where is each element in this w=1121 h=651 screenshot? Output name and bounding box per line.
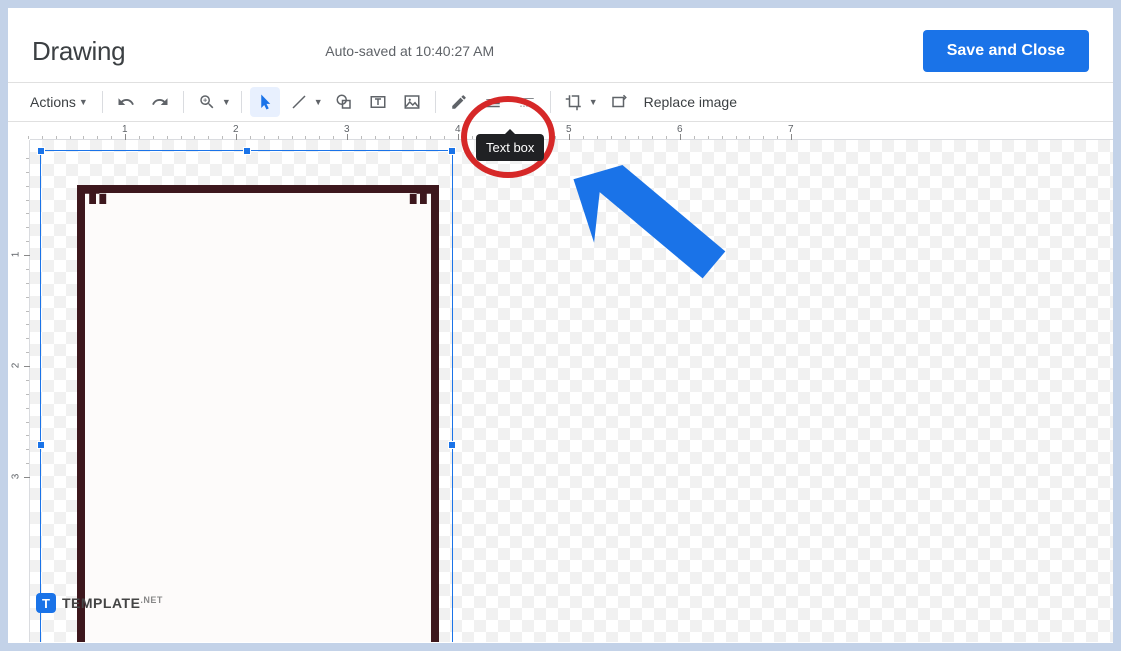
line-dash-icon [518, 93, 536, 111]
canvas-area: 1234567 123 [8, 122, 1113, 642]
horizontal-ruler: 1234567 [30, 122, 1113, 140]
separator [550, 91, 551, 113]
zoom-button[interactable] [192, 87, 222, 117]
textbox-icon [369, 93, 387, 111]
crop-icon [565, 93, 583, 111]
undo-button[interactable] [111, 87, 141, 117]
frame-corner-icon [79, 187, 113, 221]
cursor-icon [256, 93, 274, 111]
pencil-icon [450, 93, 468, 111]
image-tool-button[interactable] [397, 87, 427, 117]
watermark: T TEMPLATE.NET [36, 593, 163, 613]
reset-image-button[interactable] [604, 87, 634, 117]
frame-corner-icon [403, 187, 437, 221]
border-color-button[interactable] [444, 87, 474, 117]
resize-handle[interactable] [243, 147, 251, 155]
caret-down-icon[interactable]: ▼ [314, 97, 323, 107]
image-object[interactable] [77, 185, 439, 642]
textbox-tool-button[interactable] [363, 87, 393, 117]
save-and-close-button[interactable]: Save and Close [923, 30, 1089, 72]
resize-handle[interactable] [37, 147, 45, 155]
line-icon [290, 93, 308, 111]
redo-button[interactable] [145, 87, 175, 117]
zoom-icon [198, 93, 216, 111]
line-weight-icon [484, 93, 502, 111]
caret-down-icon: ▼ [79, 97, 88, 107]
resize-handle[interactable] [448, 147, 456, 155]
shape-icon [335, 93, 353, 111]
border-weight-button[interactable] [478, 87, 508, 117]
actions-label: Actions [30, 94, 76, 110]
undo-icon [117, 93, 135, 111]
reset-image-icon [610, 93, 628, 111]
drawing-dialog: Drawing Auto-saved at 10:40:27 AM Save a… [8, 8, 1113, 643]
line-tool-button[interactable] [284, 87, 314, 117]
dialog-header: Drawing Auto-saved at 10:40:27 AM Save a… [8, 8, 1113, 82]
resize-handle[interactable] [448, 441, 456, 449]
dialog-title: Drawing [32, 36, 125, 67]
caret-down-icon[interactable]: ▼ [589, 97, 598, 107]
shape-tool-button[interactable] [329, 87, 359, 117]
separator [435, 91, 436, 113]
replace-image-button[interactable]: Replace image [636, 94, 745, 110]
separator [183, 91, 184, 113]
redo-icon [151, 93, 169, 111]
drawing-canvas[interactable] [30, 140, 1113, 642]
vertical-ruler: 123 [8, 140, 30, 642]
toolbar: Actions ▼ ▼ ▼ [8, 82, 1113, 122]
separator [102, 91, 103, 113]
separator [241, 91, 242, 113]
resize-handle[interactable] [37, 441, 45, 449]
autosave-status: Auto-saved at 10:40:27 AM [125, 43, 922, 59]
watermark-text: TEMPLATE.NET [62, 595, 163, 611]
image-icon [403, 93, 421, 111]
selected-object[interactable] [40, 150, 453, 642]
border-dash-button[interactable] [512, 87, 542, 117]
caret-down-icon[interactable]: ▼ [222, 97, 231, 107]
actions-menu[interactable]: Actions ▼ [20, 94, 96, 110]
crop-button[interactable] [559, 87, 589, 117]
watermark-logo-icon: T [36, 593, 56, 613]
select-tool-button[interactable] [250, 87, 280, 117]
